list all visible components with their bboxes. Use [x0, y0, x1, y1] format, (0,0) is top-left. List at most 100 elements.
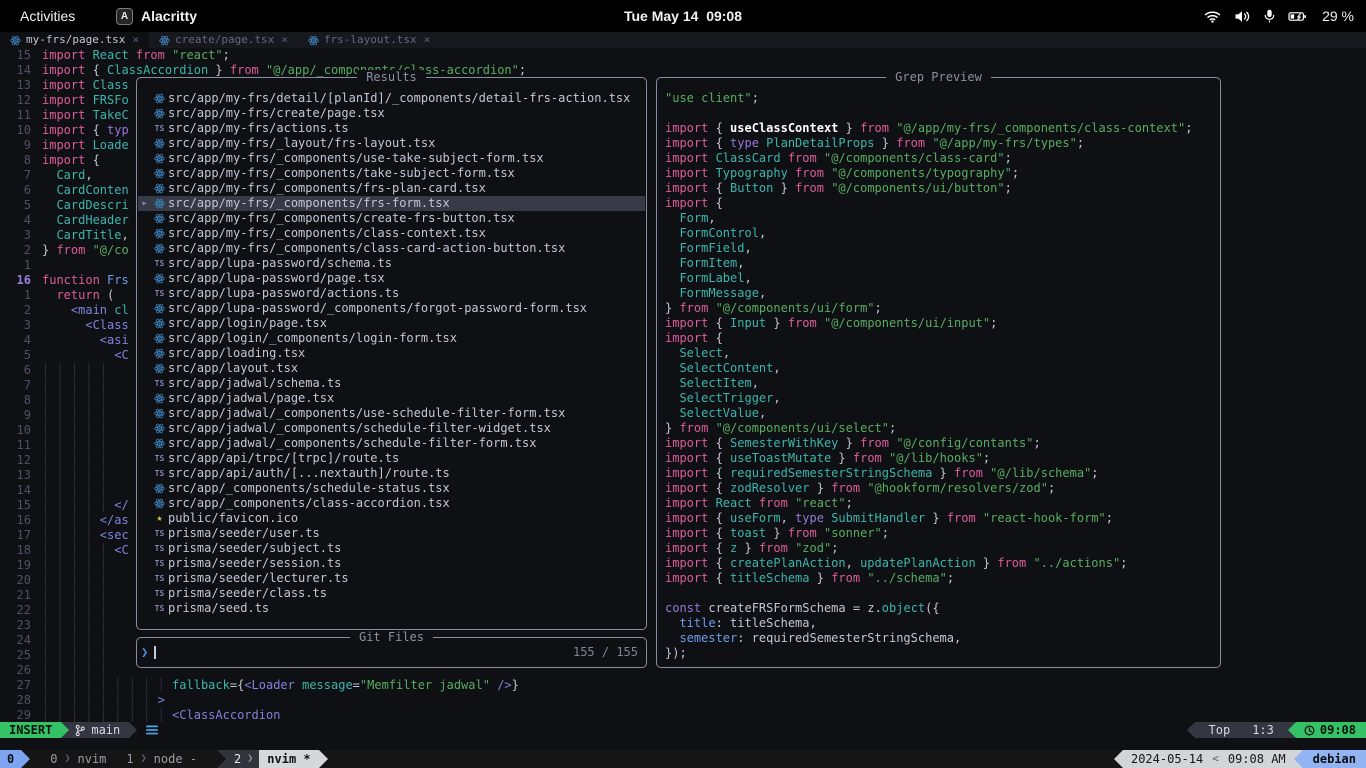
result-item[interactable]: src/app/login/page.tsx — [138, 316, 645, 331]
result-item[interactable]: TSprisma/seeder/class.ts — [138, 586, 645, 601]
result-item[interactable]: src/app/lupa-password/page.tsx — [138, 271, 645, 286]
tab-create-page[interactable]: create/page.tsx × — [149, 32, 298, 48]
editor-line[interactable]: 15import React from "react"; — [0, 48, 1366, 63]
result-item[interactable]: src/app/layout.tsx — [138, 361, 645, 376]
result-item[interactable]: TSprisma/seeder/subject.ts — [138, 541, 645, 556]
microphone-icon — [1264, 9, 1275, 23]
tmux-window[interactable]: 1❯node - — [126, 750, 197, 768]
clock-menu[interactable]: Tue May 14 09:08 — [0, 8, 1366, 24]
selection-caret-icon — [138, 436, 151, 451]
ts-icon: TS — [151, 466, 168, 481]
tmux-window-name: nvim — [78, 750, 107, 768]
result-item[interactable]: src/app/my-frs/_components/frs-plan-card… — [138, 181, 645, 196]
code-text: CardConten — [42, 183, 129, 198]
tab-close-icon[interactable]: × — [132, 32, 139, 48]
result-item[interactable]: TSsrc/app/lupa-password/schema.ts — [138, 256, 645, 271]
line-number: 3 — [0, 318, 42, 333]
result-item[interactable]: src/app/my-frs/_components/take-subject-… — [138, 166, 645, 181]
editor-line[interactable]: 27│ │ │ │ │ │ │ │ │ fallback={<Loader me… — [0, 678, 1366, 693]
tab-close-icon[interactable]: × — [281, 32, 288, 48]
tab-my-frs-page[interactable]: my-frs/page.tsx × — [0, 32, 149, 48]
result-item[interactable]: src/app/jadwal/_components/schedule-filt… — [138, 421, 645, 436]
code-text: │ │ │ │ │ — [42, 408, 107, 423]
preview-line: import { useClassContext } from "@/app/m… — [665, 121, 1218, 136]
code-text: │ │ │ │ │ — [42, 423, 107, 438]
line-number: 12 — [0, 93, 42, 108]
selection-caret-icon — [138, 406, 151, 421]
result-item[interactable]: ▸src/app/my-frs/_components/frs-form.tsx — [138, 196, 645, 211]
result-item[interactable]: TSprisma/seeder/user.ts — [138, 526, 645, 541]
result-item[interactable]: src/app/jadwal/page.tsx — [138, 391, 645, 406]
react-icon — [151, 196, 168, 211]
preview-line: SelectContent, — [665, 361, 1218, 376]
result-item[interactable]: src/app/jadwal/_components/use-schedule-… — [138, 406, 645, 421]
result-path: src/app/my-frs/_components/frs-form.tsx — [168, 196, 450, 211]
result-item[interactable]: src/app/loading.tsx — [138, 346, 645, 361]
list-icon — [146, 725, 158, 735]
result-item[interactable]: TSsrc/app/my-frs/actions.ts — [138, 121, 645, 136]
preview-line: const createFRSFormSchema = z.object({ — [665, 601, 1218, 616]
tmux-hostname[interactable]: debian — [1303, 750, 1366, 768]
result-item[interactable]: src/app/my-frs/_components/use-take-subj… — [138, 151, 645, 166]
result-item[interactable]: TSprisma/seed.ts — [138, 601, 645, 616]
line-number: 13 — [0, 78, 42, 93]
selection-caret-icon — [138, 136, 151, 151]
result-item[interactable]: src/app/login/_components/login-form.tsx — [138, 331, 645, 346]
result-path: src/app/_components/schedule-status.tsx — [168, 481, 450, 496]
editor-line[interactable]: 28│ │ │ │ │ │ │ │ > — [0, 693, 1366, 708]
result-item[interactable]: TSsrc/app/lupa-password/actions.ts — [138, 286, 645, 301]
editor-line[interactable]: 14import { ClassAccordion } from "@/app/… — [0, 63, 1366, 78]
finder-prompt[interactable]: ❯ 155 / 155 — [141, 645, 638, 660]
tmux-time: 09:08 AM — [1228, 750, 1286, 768]
result-item[interactable]: src/app/_components/schedule-status.tsx — [138, 481, 645, 496]
result-path: prisma/seeder/user.ts — [168, 526, 320, 541]
text-cursor — [154, 646, 156, 659]
powerline-separator — [319, 750, 328, 768]
system-status-area[interactable]: 29 % — [1204, 8, 1354, 24]
result-item[interactable]: ★public/favicon.ico — [138, 511, 645, 526]
ts-icon: TS — [151, 526, 168, 541]
result-item[interactable]: src/app/my-frs/detail/[planId]/_componen… — [138, 91, 645, 106]
react-icon — [151, 271, 168, 286]
result-item[interactable]: src/app/my-frs/_components/class-card-ac… — [138, 241, 645, 256]
result-path: src/app/my-frs/_components/create-frs-bu… — [168, 211, 515, 226]
nvim-tabline: my-frs/page.tsx × create/page.tsx × frs-… — [0, 32, 1366, 48]
result-item[interactable]: src/app/my-frs/_components/class-context… — [138, 226, 645, 241]
tab-close-icon[interactable]: × — [424, 32, 431, 48]
tmux-window-active[interactable]: 2❯nvim * — [217, 750, 328, 768]
result-path: src/app/my-frs/_components/class-card-ac… — [168, 241, 565, 256]
result-item[interactable]: src/app/my-frs/_components/create-frs-bu… — [138, 211, 645, 226]
result-item[interactable]: TSsrc/app/api/auth/[...nextauth]/route.t… — [138, 466, 645, 481]
result-item[interactable]: TSprisma/seeder/lecturer.ts — [138, 571, 645, 586]
result-path: src/app/my-frs/create/page.tsx — [168, 106, 385, 121]
preview-line: semester: requiredSemesterStringSchema, — [665, 631, 1218, 646]
selection-caret-icon — [138, 301, 151, 316]
result-item[interactable]: src/app/my-frs/_layout/frs-layout.tsx — [138, 136, 645, 151]
preview-line: import ClassCard from "@/components/clas… — [665, 151, 1218, 166]
tab-frs-layout[interactable]: frs-layout.tsx × — [298, 32, 440, 48]
result-path: src/app/jadwal/_components/schedule-filt… — [168, 421, 551, 436]
react-icon — [151, 331, 168, 346]
result-item[interactable]: TSsrc/app/jadwal/schema.ts — [138, 376, 645, 391]
code-text: │ │ │ │ │ │ │ │ │ <ClassAccordion — [42, 708, 280, 723]
editor-line[interactable]: 29│ │ │ │ │ │ │ │ │ <ClassAccordion — [0, 708, 1366, 723]
result-item[interactable]: src/app/jadwal/_components/schedule-filt… — [138, 436, 645, 451]
line-number: 16 — [0, 273, 42, 288]
code-text: │ │ │ │ │ — [42, 453, 107, 468]
powerline-separator — [129, 722, 137, 738]
preview-line: Form, — [665, 211, 1218, 226]
tmux-window[interactable]: 0❯nvim — [50, 750, 106, 768]
preview-line: import { SemesterWithKey } from "@/confi… — [665, 436, 1218, 451]
react-icon — [151, 361, 168, 376]
line-number: 25 — [0, 648, 42, 663]
result-item[interactable]: src/app/my-frs/create/page.tsx — [138, 106, 645, 121]
selection-caret-icon — [138, 316, 151, 331]
powerline-separator — [217, 750, 226, 768]
git-branch-segment: main — [69, 722, 129, 738]
result-item[interactable]: TSprisma/seeder/session.ts — [138, 556, 645, 571]
tmux-session-badge[interactable]: 0 — [0, 750, 21, 768]
tmux-window-index: 0 — [50, 750, 57, 768]
result-item[interactable]: src/app/lupa-password/_components/forgot… — [138, 301, 645, 316]
result-item[interactable]: TSsrc/app/api/trpc/[trpc]/route.ts — [138, 451, 645, 466]
result-item[interactable]: src/app/_components/class-accordion.tsx — [138, 496, 645, 511]
